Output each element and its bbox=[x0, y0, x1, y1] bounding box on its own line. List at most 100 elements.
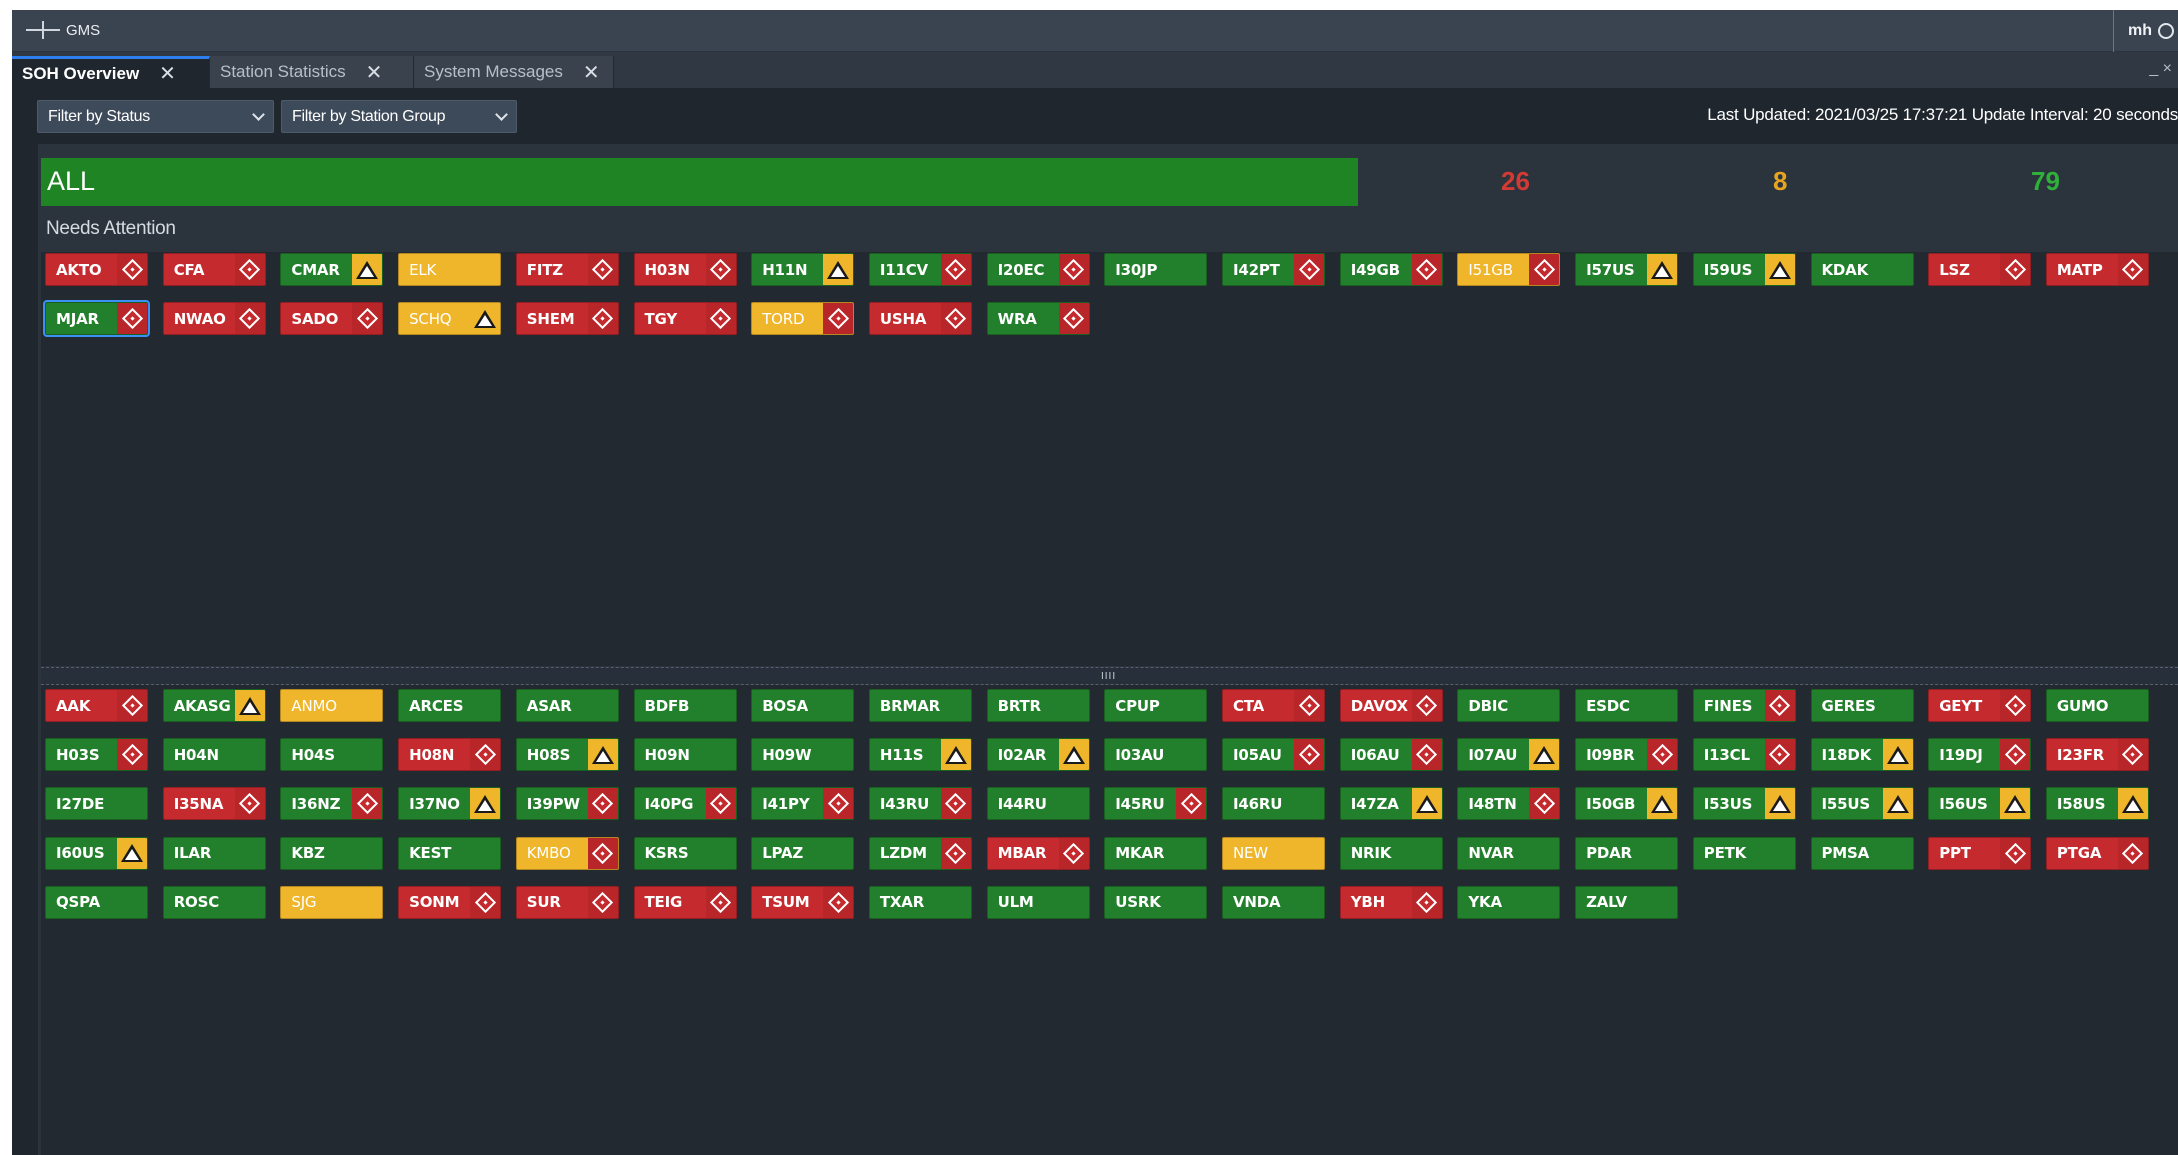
station-tile-h09w[interactable]: H09W bbox=[751, 738, 855, 772]
station-tile-akto[interactable]: AKTO bbox=[45, 253, 148, 286]
close-icon[interactable]: ✕ bbox=[366, 60, 383, 85]
station-tile-sado[interactable]: SADO bbox=[280, 302, 384, 336]
station-tile-kest[interactable]: KEST bbox=[398, 836, 502, 870]
station-tile-pdar[interactable]: PDAR bbox=[1575, 836, 1679, 870]
station-tile-cmar[interactable]: CMAR bbox=[280, 253, 384, 286]
station-tile-i49gb[interactable]: I49GB bbox=[1339, 253, 1443, 286]
station-tile-ybh[interactable]: YBH bbox=[1339, 885, 1443, 919]
tab-station-statistics[interactable]: Station Statistics ✕ bbox=[210, 56, 414, 88]
station-tile-anmo[interactable]: ANMO bbox=[280, 689, 384, 722]
station-tile-ilar[interactable]: ILAR bbox=[162, 836, 266, 870]
station-tile-tgy[interactable]: TGY bbox=[633, 302, 737, 336]
station-tile-i40pg[interactable]: I40PG bbox=[633, 787, 737, 821]
station-tile-aak[interactable]: AAK bbox=[45, 689, 148, 722]
station-tile-asar[interactable]: ASAR bbox=[515, 689, 619, 722]
station-tile-kmbo[interactable]: KMBO bbox=[515, 836, 619, 870]
station-tile-i56us[interactable]: I56US bbox=[1928, 787, 2032, 821]
station-tile-rosc[interactable]: ROSC bbox=[162, 885, 266, 919]
station-tile-h11n[interactable]: H11N bbox=[751, 253, 855, 286]
station-tile-i41py[interactable]: I41PY bbox=[751, 787, 855, 821]
station-tile-h08n[interactable]: H08N bbox=[398, 738, 502, 772]
station-tile-mjar[interactable]: MJAR bbox=[43, 300, 150, 338]
station-tile-teig[interactable]: TEIG bbox=[633, 885, 737, 919]
station-tile-i30jp[interactable]: I30JP bbox=[1104, 253, 1208, 286]
station-tile-sjg[interactable]: SJG bbox=[280, 885, 384, 919]
station-tile-fitz[interactable]: FITZ bbox=[515, 253, 619, 286]
station-tile-schq[interactable]: SCHQ bbox=[398, 302, 502, 336]
station-tile-i11cv[interactable]: I11CV bbox=[868, 253, 972, 286]
station-tile-bdfb[interactable]: BDFB bbox=[633, 689, 737, 722]
station-tile-i27de[interactable]: I27DE bbox=[45, 787, 148, 821]
station-tile-usha[interactable]: USHA bbox=[868, 302, 972, 336]
station-tile-i36nz[interactable]: I36NZ bbox=[280, 787, 384, 821]
station-tile-nrik[interactable]: NRIK bbox=[1339, 836, 1443, 870]
station-tile-i07au[interactable]: I07AU bbox=[1457, 738, 1561, 772]
station-tile-i57us[interactable]: I57US bbox=[1575, 253, 1679, 286]
station-tile-bosa[interactable]: BOSA bbox=[751, 689, 855, 722]
station-tile-i53us[interactable]: I53US bbox=[1692, 787, 1796, 821]
station-tile-davox[interactable]: DAVOX bbox=[1339, 689, 1443, 722]
station-tile-sonm[interactable]: SONM bbox=[398, 885, 502, 919]
station-tile-h11s[interactable]: H11S bbox=[868, 738, 972, 772]
station-tile-i58us[interactable]: I58US bbox=[2045, 787, 2149, 821]
station-tile-i37no[interactable]: I37NO bbox=[398, 787, 502, 821]
station-tile-i43ru[interactable]: I43RU bbox=[868, 787, 972, 821]
station-tile-i13cl[interactable]: I13CL bbox=[1692, 738, 1796, 772]
station-tile-h04s[interactable]: H04S bbox=[280, 738, 384, 772]
station-tile-i46ru[interactable]: I46RU bbox=[1222, 787, 1325, 821]
filter-by-status-dropdown[interactable]: Filter by Status bbox=[37, 100, 274, 133]
station-tile-h03s[interactable]: H03S bbox=[45, 738, 148, 772]
station-tile-i59us[interactable]: I59US bbox=[1692, 253, 1796, 286]
station-tile-kbz[interactable]: KBZ bbox=[280, 836, 384, 870]
station-tile-lzdm[interactable]: LZDM bbox=[868, 836, 972, 870]
station-tile-i45ru[interactable]: I45RU bbox=[1104, 787, 1208, 821]
station-tile-new[interactable]: NEW bbox=[1222, 836, 1325, 870]
station-tile-gumo[interactable]: GUMO bbox=[2045, 689, 2149, 722]
station-tile-vnda[interactable]: VNDA bbox=[1222, 885, 1325, 919]
station-tile-h04n[interactable]: H04N bbox=[162, 738, 266, 772]
station-tile-matp[interactable]: MATP bbox=[2045, 253, 2149, 286]
station-tile-tsum[interactable]: TSUM bbox=[751, 885, 855, 919]
station-tile-h08s[interactable]: H08S bbox=[515, 738, 619, 772]
station-tile-nwao[interactable]: NWAO bbox=[162, 302, 266, 336]
station-tile-mkar[interactable]: MKAR bbox=[1104, 836, 1208, 870]
station-tile-i47za[interactable]: I47ZA bbox=[1339, 787, 1443, 821]
station-tile-i50gb[interactable]: I50GB bbox=[1575, 787, 1679, 821]
station-tile-i19dj[interactable]: I19DJ bbox=[1928, 738, 2032, 772]
station-tile-sur[interactable]: SUR bbox=[515, 885, 619, 919]
station-tile-tord[interactable]: TORD bbox=[751, 302, 855, 336]
station-tile-i03au[interactable]: I03AU bbox=[1104, 738, 1208, 772]
station-tile-lsz[interactable]: LSZ bbox=[1928, 253, 2032, 286]
station-tile-i55us[interactable]: I55US bbox=[1810, 787, 1914, 821]
panel-divider[interactable]: IIII bbox=[41, 667, 2178, 685]
station-tile-i05au[interactable]: I05AU bbox=[1222, 738, 1325, 772]
station-tile-i06au[interactable]: I06AU bbox=[1339, 738, 1443, 772]
station-tile-zalv[interactable]: ZALV bbox=[1575, 885, 1679, 919]
station-tile-ulm[interactable]: ULM bbox=[986, 885, 1090, 919]
station-tile-kdak[interactable]: KDAK bbox=[1810, 253, 1914, 286]
tab-soh-overview[interactable]: SOH Overview ✕ bbox=[12, 56, 210, 88]
station-tile-ptga[interactable]: PTGA bbox=[2045, 836, 2149, 870]
window-controls[interactable]: _ × bbox=[2149, 60, 2172, 78]
station-tile-lpaz[interactable]: LPAZ bbox=[751, 836, 855, 870]
station-tile-wra[interactable]: WRA bbox=[986, 302, 1090, 336]
station-tile-dbic[interactable]: DBIC bbox=[1457, 689, 1561, 722]
station-tile-arces[interactable]: ARCES bbox=[398, 689, 502, 722]
station-tile-geyt[interactable]: GEYT bbox=[1928, 689, 2032, 722]
station-tile-h03n[interactable]: H03N bbox=[633, 253, 737, 286]
station-tile-h09n[interactable]: H09N bbox=[633, 738, 737, 772]
station-tile-yka[interactable]: YKA bbox=[1457, 885, 1561, 919]
station-tile-i09br[interactable]: I09BR bbox=[1575, 738, 1679, 772]
station-tile-fines[interactable]: FINES bbox=[1692, 689, 1796, 722]
station-tile-cta[interactable]: CTA bbox=[1222, 689, 1325, 722]
tab-system-messages[interactable]: System Messages ✕ bbox=[414, 56, 614, 88]
station-tile-shem[interactable]: SHEM bbox=[515, 302, 619, 336]
station-tile-ksrs[interactable]: KSRS bbox=[633, 836, 737, 870]
station-tile-esdc[interactable]: ESDC bbox=[1575, 689, 1679, 722]
station-tile-nvar[interactable]: NVAR bbox=[1457, 836, 1561, 870]
close-icon[interactable]: ✕ bbox=[583, 60, 600, 85]
station-tile-i51gb[interactable]: I51GB bbox=[1457, 253, 1561, 286]
station-tile-pmsa[interactable]: PMSA bbox=[1810, 836, 1914, 870]
station-tile-i02ar[interactable]: I02AR bbox=[986, 738, 1090, 772]
station-tile-i18dk[interactable]: I18DK bbox=[1810, 738, 1914, 772]
